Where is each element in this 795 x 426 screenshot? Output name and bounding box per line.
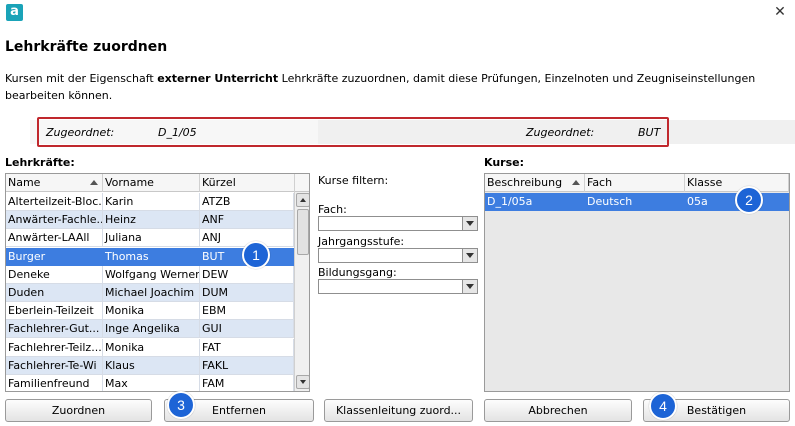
teacher-cell-name: Alterteilzeit-Bloc... [6, 193, 103, 211]
jahrgang-label: Jahrgangsstufe: [318, 235, 405, 248]
teacher-cell-vorname: Monika [103, 302, 200, 321]
teacher-cell-vorname: Wolfgang Werner [103, 265, 200, 284]
teacher-row[interactable]: Familienfreund Max FAM [6, 375, 294, 391]
title-bar [0, 0, 795, 26]
step-badge-2: 2 [735, 186, 763, 214]
course-cell-fach: Deutsch [585, 193, 685, 211]
class-lead-assign-button[interactable]: Klassenleitung zuord... [324, 399, 473, 422]
assigned-course-label: Zugeordnet: [46, 126, 115, 139]
column-header-kuerzel[interactable]: Kürzel [200, 174, 295, 192]
teachers-scrollbar[interactable] [294, 192, 309, 391]
column-header-name-label: Name [8, 176, 41, 189]
teacher-cell-name: Fachlehrer-Te-Wi [6, 356, 103, 375]
teacher-cell-vorname: Heinz [103, 211, 200, 230]
teacher-cell-name: Deneke [6, 265, 103, 284]
assigned-teacher-value: BUT [638, 126, 661, 139]
column-header-fach-label: Fach [587, 176, 613, 189]
fach-label: Fach: [318, 203, 347, 216]
description-text-1: Kursen mit der Eigenschaft [5, 72, 158, 85]
assigned-teacher-label: Zugeordnet: [526, 126, 595, 139]
close-icon[interactable]: ✕ [772, 4, 788, 20]
teacher-cell-name: Anwärter-Fachle... [6, 211, 103, 230]
teacher-cell-vorname: Inge Angelika [103, 320, 200, 339]
teacher-cell-kuerzel: FAM [200, 375, 294, 391]
teacher-cell-kuerzel: ATZB [200, 193, 294, 211]
chevron-down-icon [466, 253, 474, 258]
teacher-row[interactable]: Alterteilzeit-Bloc... Karin ATZB [6, 193, 294, 211]
teacher-cell-name: Familienfreund [6, 375, 103, 391]
teacher-cell-vorname: Michael Joachim [103, 284, 200, 302]
column-header-beschreibung[interactable]: Beschreibung [485, 174, 585, 192]
column-header-vorname[interactable]: Vorname [103, 174, 200, 192]
teacher-row[interactable]: Fachlehrer-Gut... Inge Angelika GUI [6, 320, 294, 339]
teacher-row[interactable]: Deneke Wolfgang Werner DEW [6, 265, 294, 284]
teacher-cell-name: Fachlehrer-Teilz... [6, 338, 103, 357]
scroll-down-button[interactable] [296, 375, 309, 389]
fach-select[interactable] [318, 216, 478, 231]
teacher-row[interactable]: Duden Michael Joachim DUM [6, 284, 294, 302]
dialog-description: Kursen mit der Eigenschaft externer Unte… [5, 70, 785, 104]
assigned-course-value: D_1/05 [158, 126, 197, 139]
column-header-klasse-label: Klasse [687, 176, 723, 189]
course-cell-beschreibung: D_1/05a [485, 193, 585, 211]
courses-label: Kurse: [484, 156, 524, 169]
teacher-cell-vorname: Juliana [103, 229, 200, 248]
teacher-cell-kuerzel: GUI [200, 320, 294, 339]
sort-ascending-icon [572, 180, 580, 185]
teachers-label: Lehrkräfte: [5, 156, 75, 169]
filter-heading: Kurse filtern: [318, 174, 389, 187]
scroll-up-icon [300, 198, 306, 202]
teacher-cell-kuerzel: ANF [200, 211, 294, 230]
teacher-cell-vorname: Karin [103, 193, 200, 211]
teacher-cell-vorname: Max [103, 375, 200, 391]
bildungsgang-label: Bildungsgang: [318, 266, 397, 279]
scroll-down-icon [300, 380, 306, 384]
column-header-kuerzel-label: Kürzel [202, 176, 236, 189]
teacher-cell-name: Eberlein-Teilzeit [6, 302, 103, 321]
jahrgang-dropdown-button[interactable] [462, 249, 477, 262]
column-header-klasse[interactable]: Klasse [685, 174, 789, 192]
teachers-table-header: Name Vorname Kürzel [6, 174, 309, 192]
scroll-up-button[interactable] [296, 193, 309, 207]
teacher-cell-kuerzel: FAT [200, 338, 294, 357]
column-header-fach[interactable]: Fach [585, 174, 685, 192]
chevron-down-icon [466, 221, 474, 226]
cancel-button[interactable]: Abbrechen [484, 399, 632, 422]
step-badge-4: 4 [649, 392, 677, 420]
sort-ascending-icon [90, 180, 98, 185]
column-header-vorname-label: Vorname [105, 176, 154, 189]
column-header-beschreibung-label: Beschreibung [487, 176, 563, 189]
teacher-cell-vorname: Thomas [103, 247, 200, 266]
jahrgang-select[interactable] [318, 248, 478, 263]
teacher-cell-kuerzel: FAKL [200, 356, 294, 375]
teacher-cell-vorname: Monika [103, 338, 200, 357]
column-header-name[interactable]: Name [6, 174, 103, 192]
scroll-thumb[interactable] [297, 209, 309, 255]
fach-dropdown-button[interactable] [462, 217, 477, 230]
teacher-row[interactable]: Fachlehrer-Teilz... Monika FAT [6, 338, 294, 357]
bildungsgang-select[interactable] [318, 279, 478, 294]
dialog-title: Lehrkräfte zuordnen [5, 39, 168, 55]
teacher-row[interactable]: Anwärter-Fachle... Heinz ANF [6, 211, 294, 230]
teacher-cell-name: Duden [6, 284, 103, 302]
teacher-cell-name: Fachlehrer-Gut... [6, 320, 103, 339]
teacher-row[interactable]: Eberlein-Teilzeit Monika EBM [6, 302, 294, 321]
teacher-cell-name: Burger [6, 247, 103, 266]
assign-button[interactable]: Zuordnen [5, 399, 152, 422]
teacher-cell-kuerzel: DEW [200, 265, 294, 284]
chevron-down-icon [466, 284, 474, 289]
teacher-row[interactable]: Fachlehrer-Te-Wi Klaus FAKL [6, 356, 294, 375]
app-logo-icon: a [6, 4, 23, 21]
teacher-cell-kuerzel: DUM [200, 284, 294, 302]
teachers-table[interactable]: Name Vorname Kürzel Alterteilzeit-Bloc..… [5, 173, 310, 392]
step-badge-1: 1 [242, 241, 270, 269]
teacher-cell-vorname: Klaus [103, 356, 200, 375]
bildungsgang-dropdown-button[interactable] [462, 280, 477, 293]
description-emphasis: externer Unterricht [157, 72, 279, 85]
step-badge-3: 3 [167, 391, 195, 419]
teacher-cell-name: Anwärter-LAAll [6, 229, 103, 248]
teacher-cell-kuerzel: EBM [200, 302, 294, 321]
